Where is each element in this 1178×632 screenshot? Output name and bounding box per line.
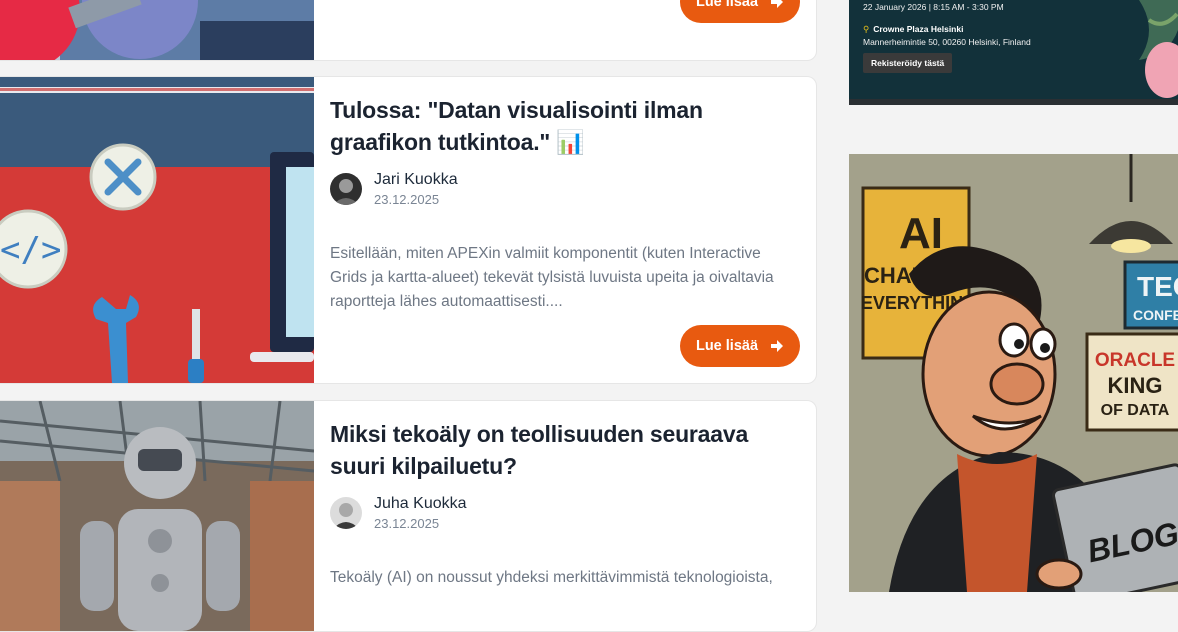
poster-line1: AI xyxy=(899,209,943,258)
post-title[interactable]: Tulossa: "Datan visualisointi ilman graa… xyxy=(330,94,800,158)
tech-sign: TEC xyxy=(1137,271,1178,302)
read-more-button[interactable]: Lue lisää xyxy=(680,325,800,367)
event-date: 22 January 2026 | 8:15 AM - 3:30 PM xyxy=(863,2,1004,12)
oracle-sign-line2: KING xyxy=(1108,373,1163,398)
post-excerpt: Tekoäly (AI) on noussut yhdeksi merkittä… xyxy=(330,569,773,586)
event-venue-label: Crowne Plaza Helsinki xyxy=(873,24,964,34)
oracle-sign-line3: OF DATA xyxy=(1101,402,1170,419)
read-more-button[interactable]: Lue lisää xyxy=(680,0,800,23)
post-date: 23.12.2025 xyxy=(374,192,440,207)
svg-text:</>: </> xyxy=(0,230,61,270)
post-date: 23.12.2025 xyxy=(374,516,440,531)
post-thumbnail[interactable] xyxy=(0,0,314,60)
post-thumbnail[interactable] xyxy=(0,401,314,631)
blog-post-card: </> Tulossa: "Datan visualisointi ilman … xyxy=(0,76,817,384)
event-venue: ⚲ Crowne Plaza Helsinki xyxy=(863,24,963,35)
register-button[interactable]: Rekisteröidy tästä xyxy=(863,53,953,73)
post-excerpt: Esitellään, miten APEXin valmiit kompone… xyxy=(330,245,774,310)
blogs-banner[interactable]: AI CHANGES EVERYTHING TEC CONFER ORACLE … xyxy=(849,154,1178,592)
read-more-label: Lue lisää xyxy=(695,338,759,354)
author-name[interactable]: Jari Kuokka xyxy=(374,171,458,189)
arrow-right-icon xyxy=(771,340,784,352)
event-address: Mannerheimintie 50, 00260 Helsinki, Finl… xyxy=(863,37,1031,47)
blog-post-card: Lue lisää xyxy=(0,0,817,61)
location-pin-icon: ⚲ xyxy=(863,24,870,34)
tech-sign-sub: CONFER xyxy=(1133,307,1178,323)
oracle-sign-line1: ORACLE xyxy=(1095,350,1175,371)
post-title[interactable]: Miksi tekoäly on teollisuuden seuraava s… xyxy=(330,418,800,482)
read-more-label: Lue lisää xyxy=(695,0,759,10)
author-avatar xyxy=(330,497,362,529)
blog-post-card: Miksi tekoäly on teollisuuden seuraava s… xyxy=(0,400,817,632)
arrow-right-icon xyxy=(771,0,784,8)
author-avatar xyxy=(330,173,362,205)
event-banner[interactable]: 22 January 2026 | 8:15 AM - 3:30 PM ⚲ Cro… xyxy=(849,0,1178,105)
post-thumbnail[interactable]: </> xyxy=(0,77,314,383)
author-name[interactable]: Juha Kuokka xyxy=(374,495,467,513)
